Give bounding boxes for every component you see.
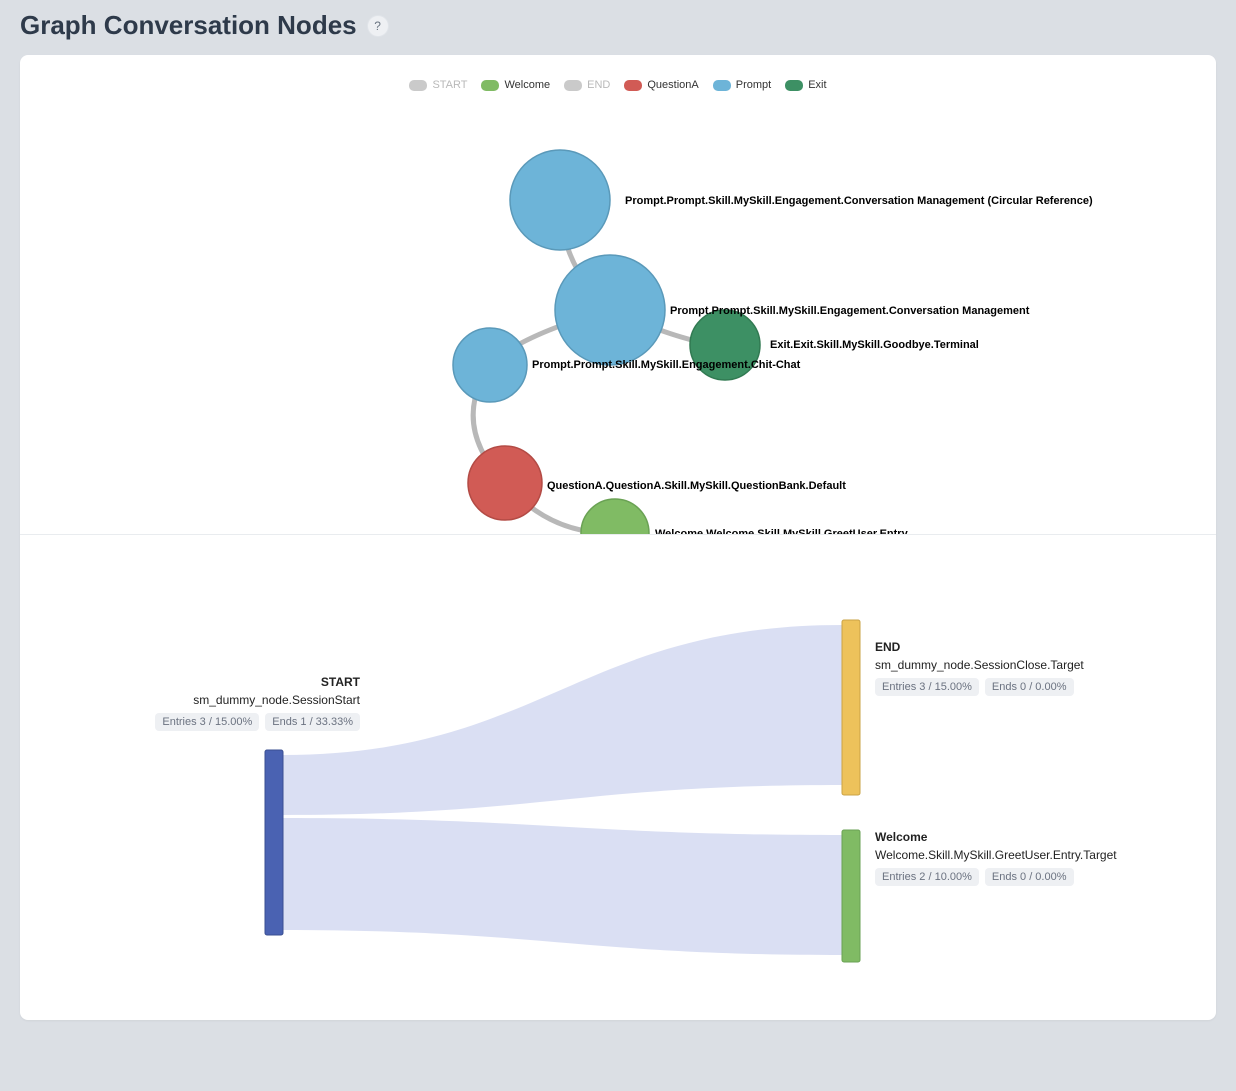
sankey-sub: Welcome.Skill.MySkill.GreetUser.Entry.Ta… — [875, 848, 1117, 862]
ends-pill: Ends 0 / 0.00% — [985, 678, 1074, 696]
node-prompt-convmgmt[interactable] — [555, 255, 665, 365]
sankey-name: Welcome — [875, 830, 1117, 844]
node-welcome-entry[interactable] — [581, 499, 649, 535]
sankey-name: START — [80, 675, 360, 689]
node-prompt-circref[interactable] — [510, 150, 610, 250]
sankey-svg — [20, 535, 1176, 1020]
node-label: Prompt.Prompt.Skill.MySkill.Engagement.C… — [670, 305, 1029, 317]
node-label: Welcome.Welcome.Skill.MySkill.GreetUser.… — [655, 528, 908, 535]
entries-pill: Entries 2 / 10.00% — [875, 868, 979, 886]
node-label: Exit.Exit.Skill.MySkill.Goodbye.Terminal — [770, 339, 979, 351]
sankey-flow-end — [283, 625, 842, 815]
chart-card: START Welcome END QuestionA Prompt Exit — [20, 55, 1216, 1020]
sankey-chart: START sm_dummy_node.SessionStart Entries… — [20, 535, 1216, 1020]
sankey-label-start: START sm_dummy_node.SessionStart Entries… — [80, 675, 360, 731]
sankey-bar-start[interactable] — [265, 750, 283, 935]
node-label: QuestionA.QuestionA.Skill.MySkill.Questi… — [547, 480, 846, 492]
page-title: Graph Conversation Nodes — [20, 10, 357, 41]
node-label: Prompt.Prompt.Skill.MySkill.Engagement.C… — [532, 359, 800, 371]
sankey-bar-welcome[interactable] — [842, 830, 860, 962]
sankey-flow-welcome — [283, 818, 842, 955]
sankey-name: END — [875, 640, 1084, 654]
node-label: Prompt.Prompt.Skill.MySkill.Engagement.C… — [625, 195, 1093, 207]
sankey-label-welcome: Welcome Welcome.Skill.MySkill.GreetUser.… — [875, 830, 1117, 886]
sankey-label-end: END sm_dummy_node.SessionClose.Target En… — [875, 640, 1084, 696]
node-questiona-default[interactable] — [468, 446, 542, 520]
entries-pill: Entries 3 / 15.00% — [875, 678, 979, 696]
entries-pill: Entries 3 / 15.00% — [155, 713, 259, 731]
bubble-chart: START Welcome END QuestionA Prompt Exit — [20, 55, 1216, 535]
sankey-bar-end[interactable] — [842, 620, 860, 795]
sankey-sub: sm_dummy_node.SessionClose.Target — [875, 658, 1084, 672]
ends-pill: Ends 1 / 33.33% — [265, 713, 360, 731]
bubble-svg — [20, 55, 1176, 535]
ends-pill: Ends 0 / 0.00% — [985, 868, 1074, 886]
sankey-sub: sm_dummy_node.SessionStart — [80, 693, 360, 707]
help-icon[interactable]: ? — [367, 15, 389, 37]
node-prompt-chitchat[interactable] — [453, 328, 527, 402]
